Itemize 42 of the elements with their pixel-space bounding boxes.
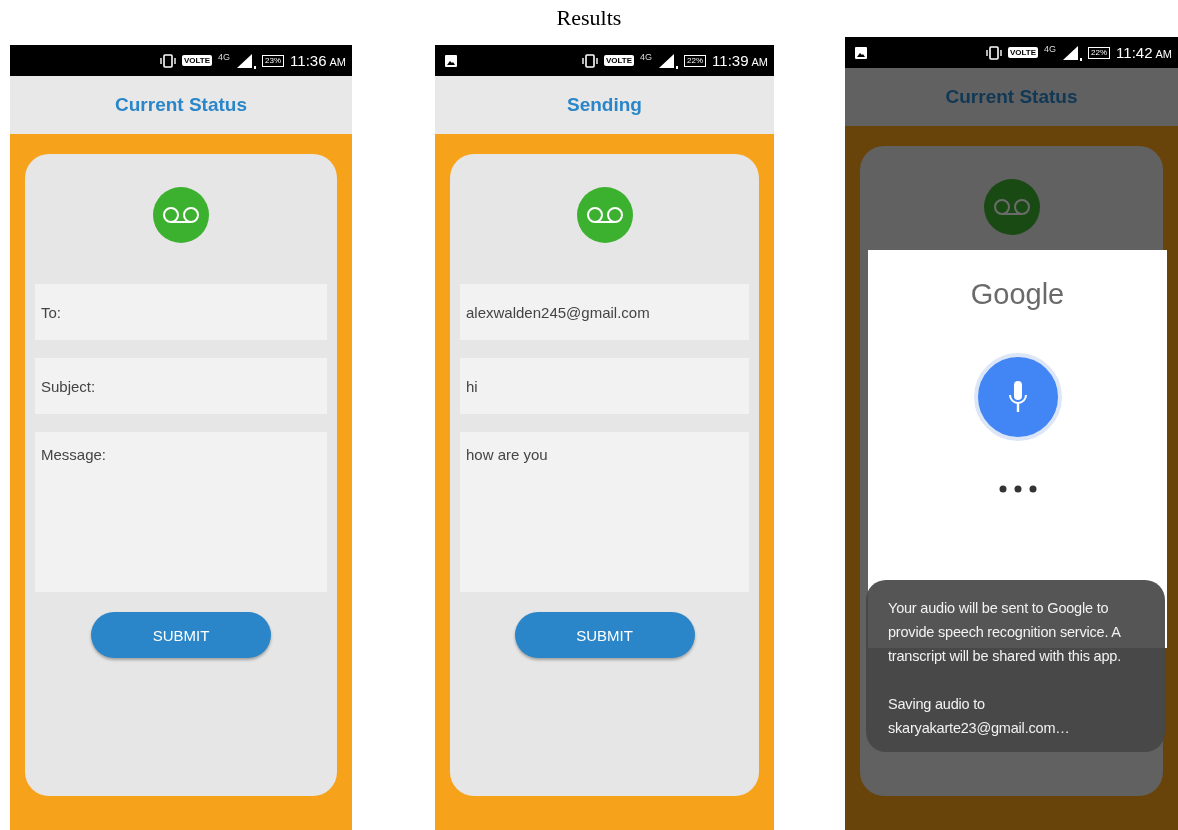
clock-period: AM: [1155, 48, 1172, 60]
saving-label: Saving audio to: [888, 695, 986, 714]
battery-indicator: 23%: [262, 54, 285, 67]
signal-icon: [658, 52, 679, 69]
battery-indicator: 22%: [684, 54, 707, 67]
vibrate-icon: [159, 53, 176, 68]
voicemail-icon: [153, 187, 209, 243]
volte-badge: VOLTE: [603, 55, 635, 66]
loading-dots-icon: [998, 485, 1037, 493]
message-field[interactable]: how are you: [460, 432, 749, 592]
clock-time: 11:36: [290, 52, 327, 69]
volte-badge: VOLTE: [181, 55, 213, 66]
vibrate-icon: [581, 53, 598, 68]
message-field[interactable]: Message:: [35, 432, 327, 592]
app-bar-title: Sending: [567, 94, 642, 116]
text-field[interactable]: alexwalden245@gmail.com: [460, 284, 749, 340]
account-email: skaryakarte23@gmail.com…: [888, 719, 1071, 738]
battery-indicator: 22%: [1088, 46, 1111, 59]
voicemail-icon: [983, 179, 1040, 235]
voicemail-icon: [576, 187, 633, 243]
network-type: 4G: [640, 52, 653, 62]
signal-icon: [236, 52, 257, 69]
clock-period: AM: [329, 56, 346, 68]
notice-text: Your audio will be sent to Google to provide speech recognition service. A transcript will be shared with this app.: [888, 599, 1122, 666]
volte-badge: VOLTE: [1007, 47, 1039, 58]
clock-time: 11:39: [712, 52, 749, 69]
network-type: 4G: [1044, 44, 1057, 54]
app-bar-title: Current Status: [945, 86, 1078, 108]
text-field[interactable]: To:: [35, 284, 327, 340]
clock-period: AM: [751, 56, 768, 68]
app-bar-title: Current Status: [115, 94, 247, 116]
text-field[interactable]: Subject:: [35, 358, 327, 414]
text-field[interactable]: hi: [460, 358, 749, 414]
microphone-icon: [1007, 381, 1028, 413]
network-type: 4G: [218, 52, 231, 62]
clock-time: 11:42: [1116, 44, 1153, 61]
vibrate-icon: [985, 45, 1002, 60]
submit-button[interactable]: SUBMIT: [514, 612, 695, 658]
dialog-logo-text: Google: [970, 278, 1065, 311]
signal-icon: [1062, 44, 1083, 61]
figure-title: Results: [555, 4, 623, 32]
submit-button[interactable]: SUBMIT: [91, 612, 271, 658]
